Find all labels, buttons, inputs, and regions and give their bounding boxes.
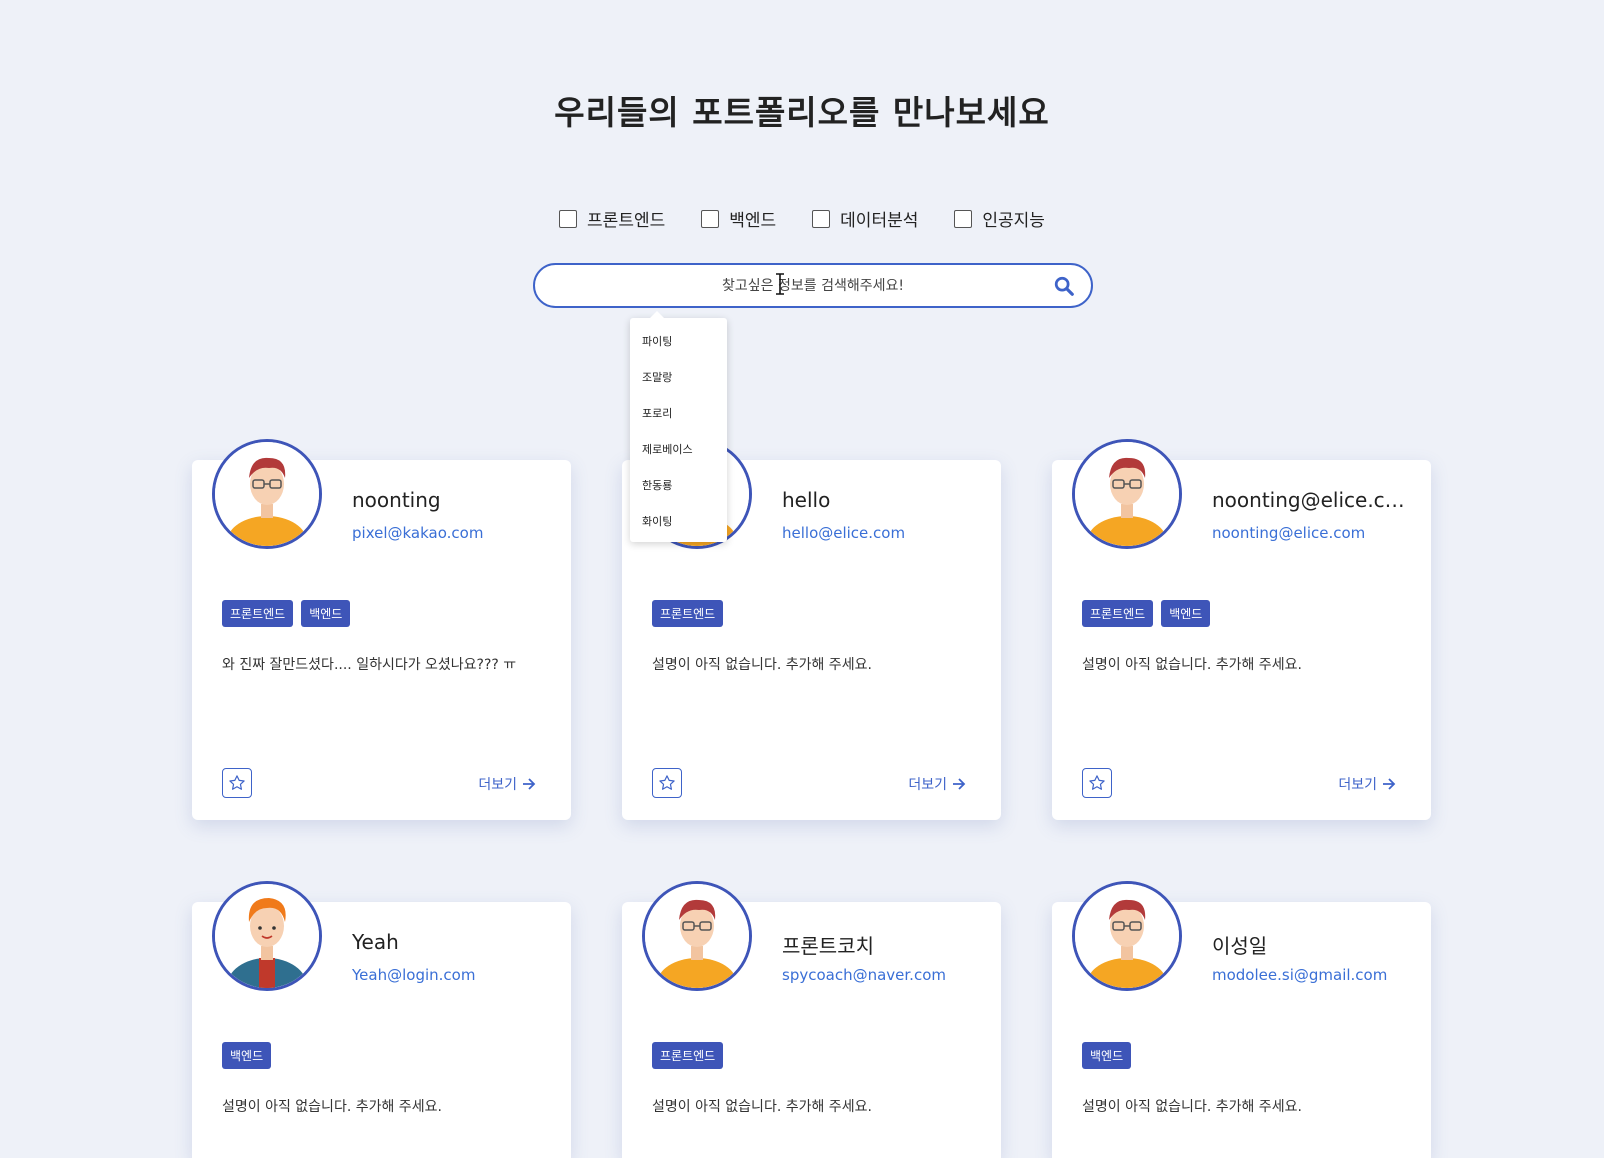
portfolio-card: noonting@elice.com noonting@elice.com 프론… — [1052, 439, 1431, 820]
filter-data-analysis[interactable]: 데이터분석 — [812, 206, 918, 231]
arrow-right-icon — [1383, 778, 1396, 790]
avatar-illustration — [1075, 442, 1179, 546]
more-link[interactable]: 더보기 — [908, 774, 967, 794]
card-name: noonting@elice.com — [1212, 488, 1412, 512]
card-description: 설명이 아직 없습니다. 추가해 주세요. — [222, 1099, 442, 1115]
card-name: 이성일 — [1212, 934, 1268, 958]
checkbox[interactable] — [559, 209, 578, 228]
card-email[interactable]: noonting@elice.com — [1212, 524, 1365, 542]
suggestion-item[interactable]: 포로리 — [630, 396, 727, 432]
more-label: 더보기 — [908, 777, 947, 793]
tag-list: 백엔드 — [222, 1042, 272, 1069]
checkbox[interactable] — [812, 209, 831, 228]
filter-group: 프론트엔드 백엔드 데이터분석 인공지능 — [0, 206, 1604, 231]
text-cursor-icon — [776, 273, 784, 295]
search-input[interactable] — [535, 265, 1091, 306]
tag-list: 백엔드 — [1082, 1042, 1132, 1069]
filter-label: 프론트엔드 — [587, 211, 666, 231]
tag-badge: 프론트엔드 — [652, 1042, 724, 1069]
filter-label: 데이터분석 — [840, 211, 919, 231]
card-name: Yeah — [352, 930, 399, 954]
card-name: 프론트코치 — [782, 934, 874, 958]
card-name: hello — [782, 488, 831, 512]
tag-badge: 프론트엔드 — [1082, 600, 1154, 627]
tag-list: 프론트엔드 — [652, 600, 724, 627]
card-email[interactable]: spycoach@naver.com — [782, 966, 946, 984]
card-name: noonting — [352, 488, 441, 512]
filter-label: 백엔드 — [729, 211, 777, 231]
more-label: 더보기 — [478, 777, 517, 793]
portfolio-card: noonting pixel@kakao.com 프론트엔드 백엔드 와 진짜 … — [192, 439, 571, 820]
portfolio-card: Yeah Yeah@login.com 백엔드 설명이 아직 없습니다. 추가해… — [192, 881, 571, 1158]
checkbox[interactable] — [701, 209, 720, 228]
card-description: 설명이 아직 없습니다. 추가해 주세요. — [652, 1099, 872, 1115]
suggestion-item[interactable]: 파이팅 — [630, 324, 727, 360]
suggestion-item[interactable]: 제로베이스 — [630, 432, 727, 468]
card-email[interactable]: pixel@kakao.com — [352, 524, 483, 542]
tag-badge: 프론트엔드 — [652, 600, 724, 627]
suggestion-item[interactable]: 조말랑 — [630, 360, 727, 396]
tag-list: 프론트엔드 백엔드 — [222, 600, 351, 627]
card-email[interactable]: modolee.si@gmail.com — [1212, 966, 1387, 984]
star-icon — [1089, 775, 1105, 790]
avatar — [1072, 881, 1182, 991]
portfolio-card: 이성일 modolee.si@gmail.com 백엔드 설명이 아직 없습니다… — [1052, 881, 1431, 1158]
avatar-illustration — [215, 884, 319, 988]
tag-badge: 백엔드 — [301, 600, 351, 627]
avatar-illustration — [645, 884, 749, 988]
filter-ai[interactable]: 인공지능 — [954, 206, 1045, 231]
card-email[interactable]: hello@elice.com — [782, 524, 905, 542]
avatar — [1072, 439, 1182, 549]
suggestion-item[interactable]: 화이팅 — [630, 504, 727, 540]
portfolio-card: 프론트코치 spycoach@naver.com 프론트엔드 설명이 아직 없습… — [622, 881, 1001, 1158]
tag-badge: 백엔드 — [1082, 1042, 1132, 1069]
star-icon — [229, 775, 245, 790]
favorite-button[interactable] — [222, 768, 252, 798]
card-description: 설명이 아직 없습니다. 추가해 주세요. — [1082, 1099, 1302, 1115]
arrow-right-icon — [523, 778, 536, 790]
more-link[interactable]: 더보기 — [478, 774, 537, 794]
tag-list: 프론트엔드 백엔드 — [1082, 600, 1211, 627]
card-email[interactable]: Yeah@login.com — [352, 966, 475, 984]
card-description: 설명이 아직 없습니다. 추가해 주세요. — [652, 657, 872, 673]
suggestion-item[interactable]: 한동룡 — [630, 468, 727, 504]
search-icon[interactable] — [1053, 275, 1075, 297]
avatar-illustration — [215, 442, 319, 546]
tag-badge: 프론트엔드 — [222, 600, 294, 627]
avatar-illustration — [1075, 884, 1179, 988]
checkbox[interactable] — [954, 209, 973, 228]
filter-frontend[interactable]: 프론트엔드 — [559, 206, 665, 231]
filter-backend[interactable]: 백엔드 — [701, 206, 776, 231]
page-title: 우리들의 포트폴리오를 만나보세요 — [554, 93, 1050, 132]
favorite-button[interactable] — [652, 768, 682, 798]
avatar — [642, 881, 752, 991]
avatar — [212, 439, 322, 549]
more-label: 더보기 — [1338, 777, 1377, 793]
tag-badge: 백엔드 — [222, 1042, 272, 1069]
star-icon — [659, 775, 675, 790]
arrow-right-icon — [953, 778, 966, 790]
favorite-button[interactable] — [1082, 768, 1112, 798]
filter-label: 인공지능 — [982, 211, 1045, 231]
card-description: 와 진짜 잘만드셨다.... 일하시다가 오셨나요??? ㅠ — [222, 657, 517, 673]
tag-list: 프론트엔드 — [652, 1042, 724, 1069]
card-description: 설명이 아직 없습니다. 추가해 주세요. — [1082, 657, 1302, 673]
avatar — [212, 881, 322, 991]
search-suggestions: 파이팅 조말랑 포로리 제로베이스 한동룡 화이팅 — [630, 311, 727, 542]
more-link[interactable]: 더보기 — [1338, 774, 1397, 794]
tag-badge: 백엔드 — [1161, 600, 1211, 627]
search-bar — [533, 263, 1093, 308]
